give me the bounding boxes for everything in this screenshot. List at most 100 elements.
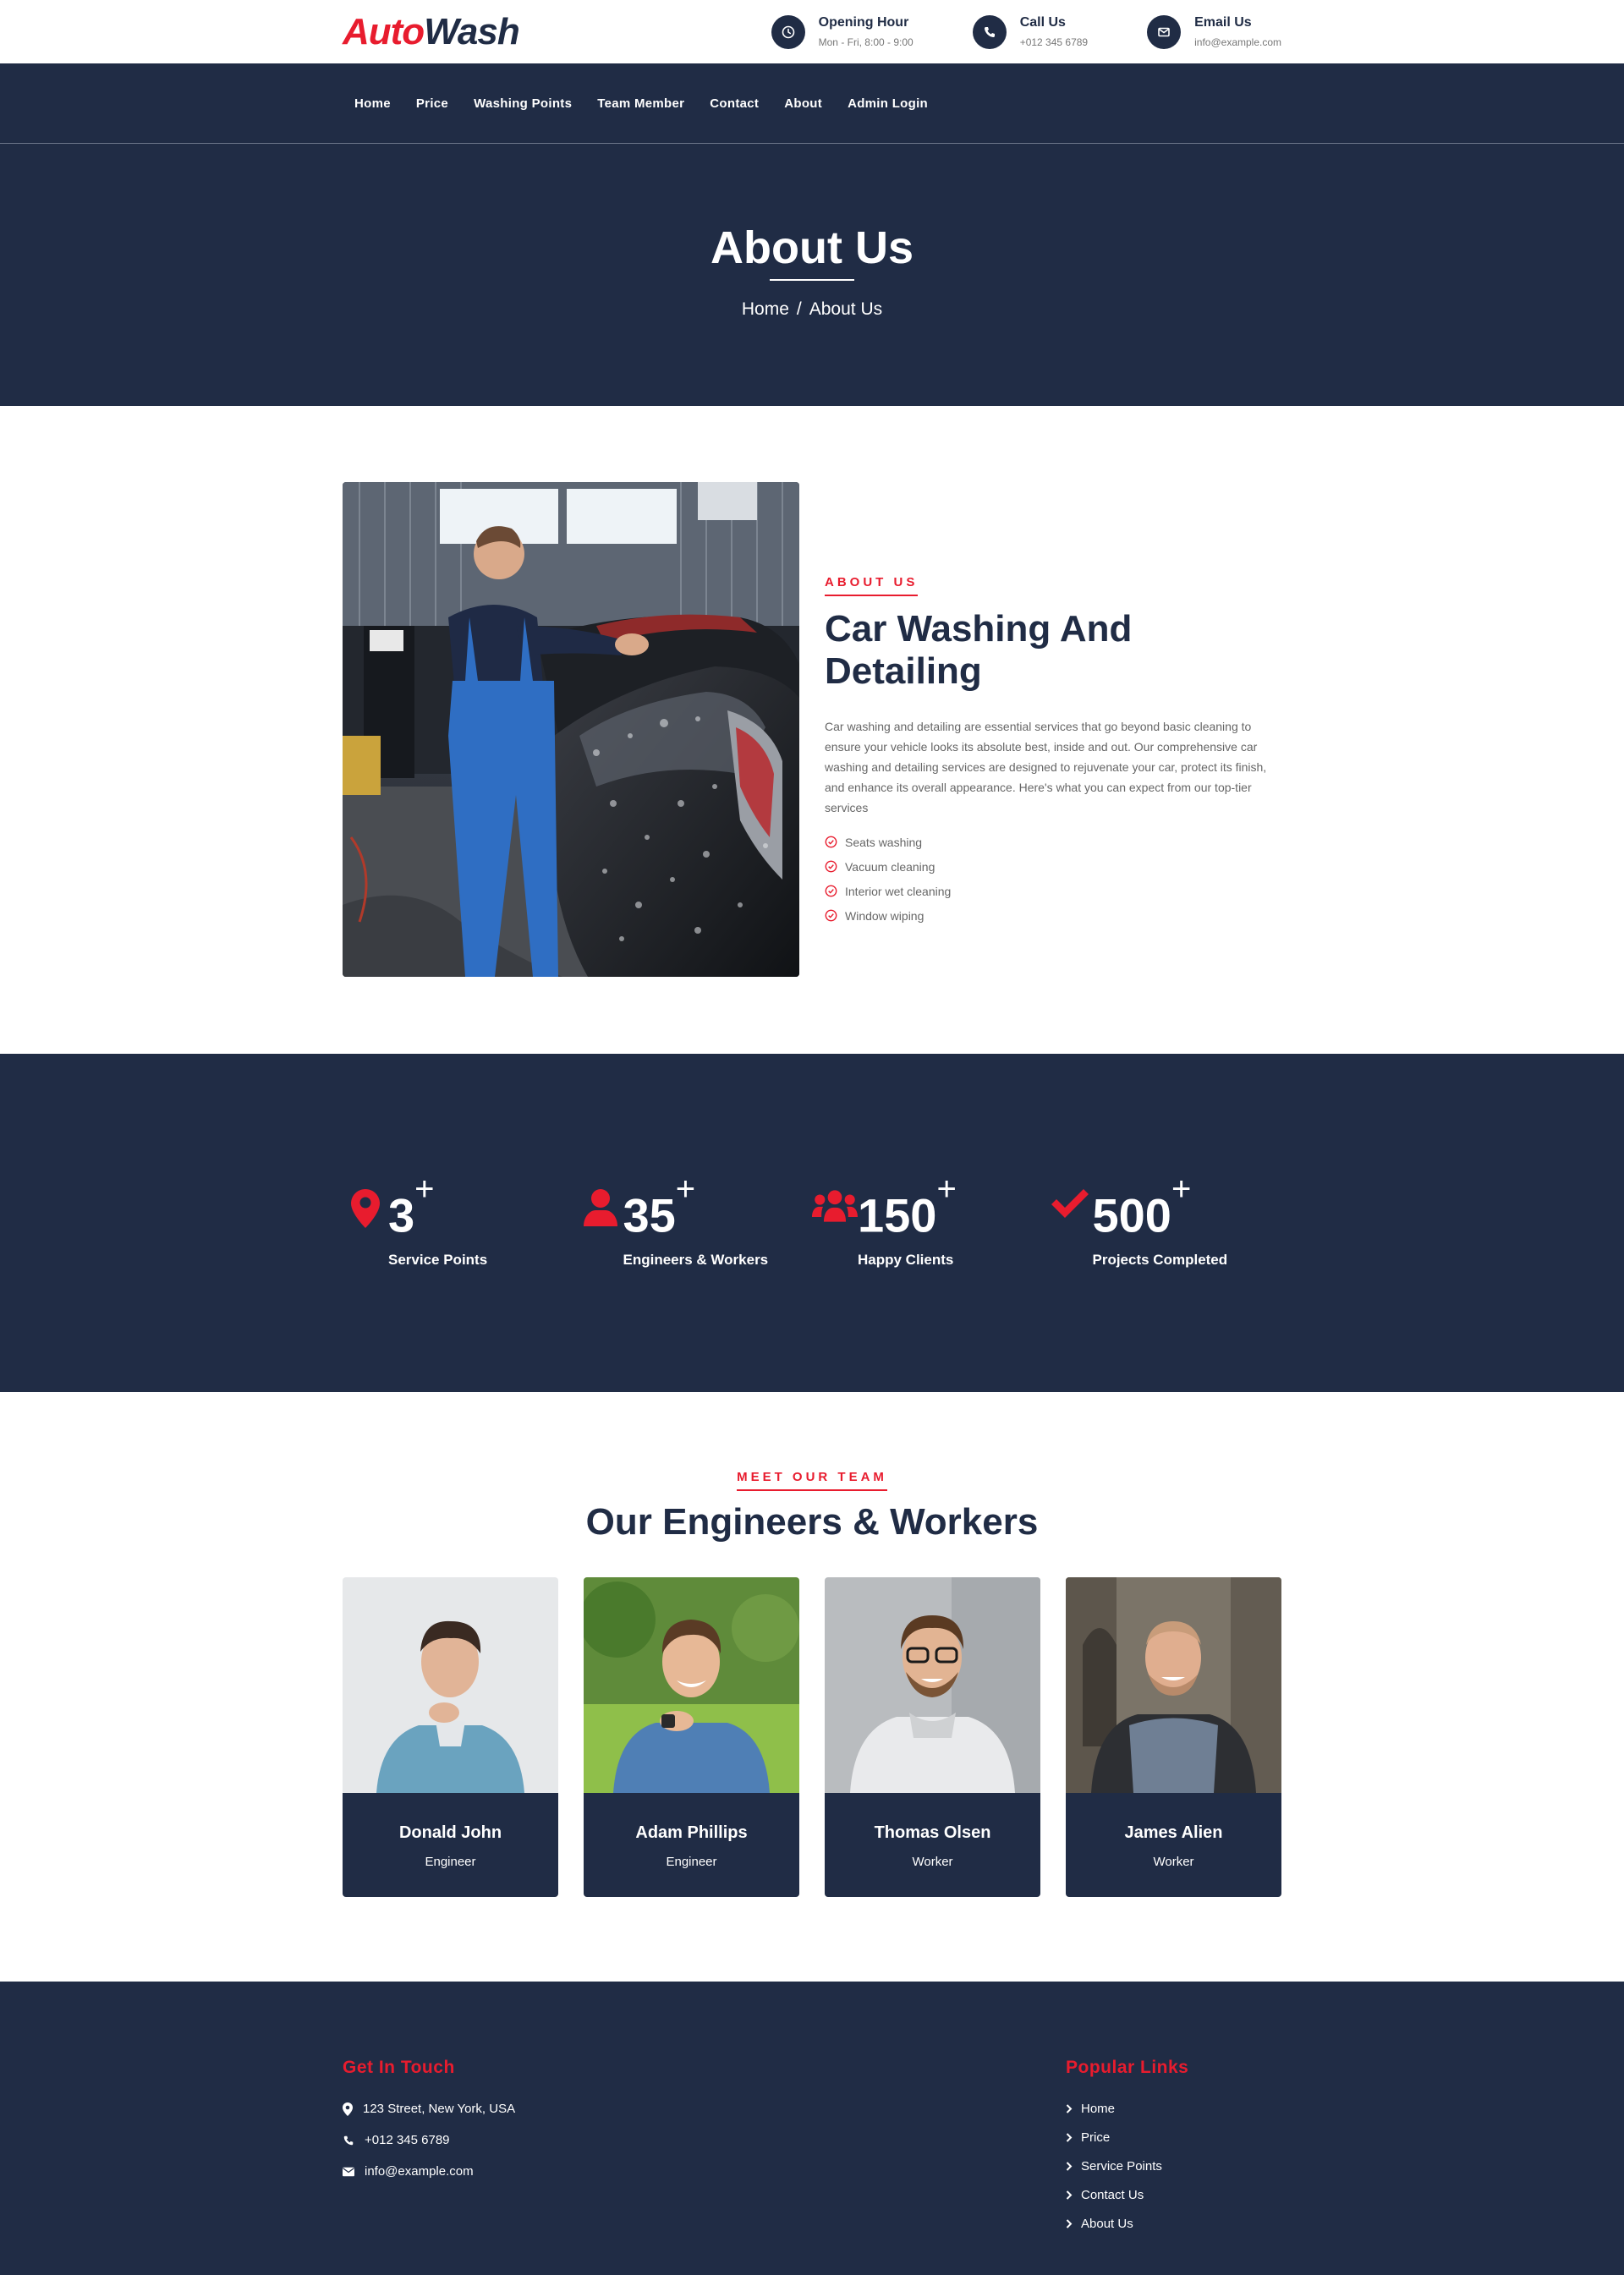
check-circle-icon	[825, 885, 837, 897]
page-header: About Us Home / About Us	[0, 144, 1624, 406]
check-circle-icon	[825, 909, 837, 922]
footer-link-label: Home	[1081, 2102, 1116, 2116]
fact-happy-clients: 150+ Happy Clients	[812, 1170, 1047, 1269]
brand-logo[interactable]: AutoWash	[343, 10, 520, 53]
brand-logo-part1: Auto	[343, 10, 425, 52]
nav-contact[interactable]: Contact	[697, 96, 771, 111]
fact-number-value: 3	[388, 1188, 415, 1242]
footer: Get In Touch 123 Street, New York, USA +…	[0, 1982, 1624, 2275]
call-us: Call Us +012 345 6789	[972, 14, 1088, 49]
header-contacts: Opening Hour Mon - Fri, 8:00 - 9:00 Call…	[771, 14, 1281, 49]
team-card[interactable]: Thomas Olsen Worker	[825, 1577, 1040, 1897]
team-member-photo	[584, 1577, 799, 1793]
footer-email: info@example.com	[343, 2164, 515, 2179]
team-card[interactable]: Adam Phillips Engineer	[584, 1577, 799, 1897]
opening-hours: Opening Hour Mon - Fri, 8:00 - 9:00	[771, 14, 914, 49]
team-member-photo	[343, 1577, 558, 1793]
fact-label: Projects Completed	[1092, 1251, 1228, 1268]
footer-email-text[interactable]: info@example.com	[365, 2164, 474, 2179]
team-member-role: Worker	[1153, 1855, 1194, 1869]
services-list: Seats washing Vacuum cleaning Interior w…	[825, 830, 1281, 928]
phone-icon	[343, 2135, 354, 2145]
plus-icon: +	[1171, 1170, 1192, 1208]
nav-home[interactable]: Home	[343, 96, 403, 111]
email-us-value[interactable]: info@example.com	[1194, 36, 1281, 48]
footer-links: Popular Links Home Price Service Points …	[1066, 2058, 1281, 2231]
title-underline	[770, 279, 854, 281]
about-section: ABOUT US Car Washing And Detailing Car w…	[0, 406, 1624, 1054]
top-header: AutoWash Opening Hour Mon - Fri, 8:00 - …	[0, 0, 1624, 63]
fact-number-value: 500	[1092, 1188, 1171, 1242]
footer-contact: Get In Touch 123 Street, New York, USA +…	[343, 2058, 515, 2231]
footer-address: 123 Street, New York, USA	[343, 2102, 515, 2116]
team-grid: Donald John Engineer Adam Phillips Engin…	[343, 1577, 1281, 1897]
chevron-right-icon	[1066, 2133, 1073, 2142]
footer-link-label: Price	[1081, 2130, 1111, 2145]
footer-link-price[interactable]: Price	[1066, 2130, 1281, 2145]
check-icon	[1047, 1179, 1093, 1269]
nav-washing-points[interactable]: Washing Points	[461, 96, 584, 111]
team-member-role: Worker	[912, 1855, 953, 1869]
footer-phone-text[interactable]: +012 345 6789	[365, 2133, 450, 2147]
list-item-label: Seats washing	[845, 835, 923, 849]
team-member-name: Thomas Olsen	[874, 1823, 991, 1842]
footer-address-text: 123 Street, New York, USA	[363, 2102, 516, 2116]
opening-hours-value: Mon - Fri, 8:00 - 9:00	[818, 36, 914, 48]
envelope-icon	[1147, 14, 1182, 49]
fact-number-value: 35	[623, 1188, 676, 1242]
fact-number-value: 150	[858, 1188, 937, 1242]
team-member-name: Donald John	[398, 1823, 502, 1842]
nav-team-member[interactable]: Team Member	[584, 96, 697, 111]
team-section: MEET OUR TEAM Our Engineers & Workers Do…	[0, 1392, 1624, 1982]
check-circle-icon	[825, 836, 837, 848]
team-member-name: Adam Phillips	[635, 1823, 748, 1842]
plus-icon: +	[675, 1170, 696, 1208]
nav-admin-login[interactable]: Admin Login	[835, 96, 941, 111]
team-card[interactable]: James Alien Worker	[1066, 1577, 1281, 1897]
fact-number: 35+	[623, 1170, 769, 1242]
user-icon	[578, 1179, 623, 1269]
chevron-right-icon	[1066, 2190, 1073, 2200]
team-member-name: James Alien	[1124, 1823, 1223, 1842]
breadcrumb: Home / About Us	[742, 299, 882, 320]
facts-section: 3+ Service Points 35+ Engineers & Worker…	[0, 1054, 1624, 1392]
chevron-right-icon	[1066, 2162, 1073, 2171]
envelope-icon	[343, 2167, 354, 2176]
clock-icon	[771, 14, 805, 49]
fact-number: 3+	[388, 1170, 487, 1242]
breadcrumb-separator: /	[796, 299, 802, 319]
footer-link-service-points[interactable]: Service Points	[1066, 2159, 1281, 2174]
team-member-role: Engineer	[666, 1855, 717, 1869]
users-icon	[812, 1179, 858, 1269]
footer-link-contact-us[interactable]: Contact Us	[1066, 2188, 1281, 2202]
phone-icon	[972, 14, 1007, 49]
footer-link-label: Service Points	[1081, 2159, 1162, 2174]
nav-price[interactable]: Price	[403, 96, 461, 111]
list-item-label: Window wiping	[845, 908, 924, 923]
list-item: Window wiping	[825, 903, 1281, 928]
list-item-label: Vacuum cleaning	[845, 859, 935, 874]
team-member-role: Engineer	[425, 1855, 476, 1869]
car-wash-photo	[343, 482, 799, 977]
footer-link-label: About Us	[1081, 2217, 1133, 2231]
list-item: Seats washing	[825, 830, 1281, 854]
fact-label: Engineers & Workers	[623, 1251, 769, 1268]
breadcrumb-home[interactable]: Home	[742, 299, 789, 319]
nav-about[interactable]: About	[771, 96, 835, 111]
chevron-right-icon	[1066, 2219, 1073, 2228]
footer-contact-title: Get In Touch	[343, 2058, 455, 2077]
fact-label: Service Points	[388, 1251, 488, 1268]
footer-phone: +012 345 6789	[343, 2133, 515, 2147]
about-title: Car Washing And Detailing	[825, 608, 1133, 692]
team-card[interactable]: Donald John Engineer	[343, 1577, 558, 1897]
call-us-value[interactable]: +012 345 6789	[1020, 36, 1088, 48]
email-us-title: Email Us	[1194, 15, 1252, 30]
check-circle-icon	[825, 860, 837, 873]
email-us: Email Us info@example.com	[1147, 14, 1281, 49]
fact-number: 150+	[858, 1170, 957, 1242]
opening-hours-title: Opening Hour	[818, 15, 909, 30]
footer-link-about-us[interactable]: About Us	[1066, 2217, 1281, 2231]
footer-link-home[interactable]: Home	[1066, 2102, 1281, 2116]
fact-label: Happy Clients	[858, 1251, 954, 1268]
about-tag: ABOUT US	[825, 575, 919, 596]
